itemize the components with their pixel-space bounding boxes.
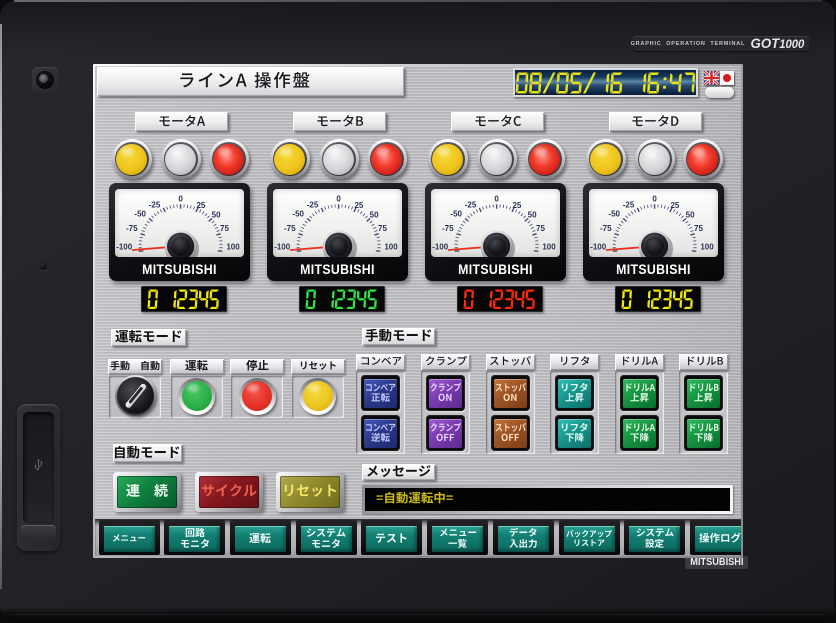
svg-text:50: 50 — [686, 210, 695, 219]
svg-text:-50: -50 — [608, 210, 620, 219]
svg-text:75: 75 — [220, 224, 229, 233]
svg-text:50: 50 — [212, 210, 221, 219]
svg-text:-75: -75 — [126, 224, 138, 233]
svg-text:-75: -75 — [442, 224, 454, 233]
svg-text:50: 50 — [370, 210, 379, 219]
svg-text:25: 25 — [670, 201, 679, 210]
svg-text:-100: -100 — [116, 242, 133, 251]
svg-text:75: 75 — [694, 224, 703, 233]
svg-text:0: 0 — [494, 195, 499, 204]
svg-text:75: 75 — [536, 224, 545, 233]
svg-text:0: 0 — [652, 195, 657, 204]
svg-text:-75: -75 — [600, 224, 612, 233]
svg-text:-25: -25 — [149, 200, 161, 209]
svg-text:-25: -25 — [465, 200, 477, 209]
svg-text:-100: -100 — [432, 242, 449, 251]
svg-text:0: 0 — [178, 195, 183, 204]
svg-text:-50: -50 — [450, 210, 462, 219]
svg-text:-75: -75 — [284, 224, 296, 233]
svg-text:25: 25 — [354, 201, 363, 210]
svg-text:100: 100 — [700, 242, 714, 251]
svg-text:100: 100 — [226, 242, 240, 251]
svg-text:25: 25 — [196, 201, 205, 210]
svg-text:50: 50 — [528, 210, 537, 219]
svg-text:-25: -25 — [307, 200, 319, 209]
svg-text:-50: -50 — [134, 210, 146, 219]
svg-text:0: 0 — [336, 195, 341, 204]
svg-text:25: 25 — [512, 201, 521, 210]
svg-text:75: 75 — [378, 224, 387, 233]
svg-text:-100: -100 — [274, 242, 291, 251]
svg-text:-25: -25 — [623, 200, 635, 209]
svg-text:-100: -100 — [590, 242, 607, 251]
svg-text:-50: -50 — [292, 210, 304, 219]
svg-text:100: 100 — [542, 242, 556, 251]
svg-text:100: 100 — [384, 242, 398, 251]
